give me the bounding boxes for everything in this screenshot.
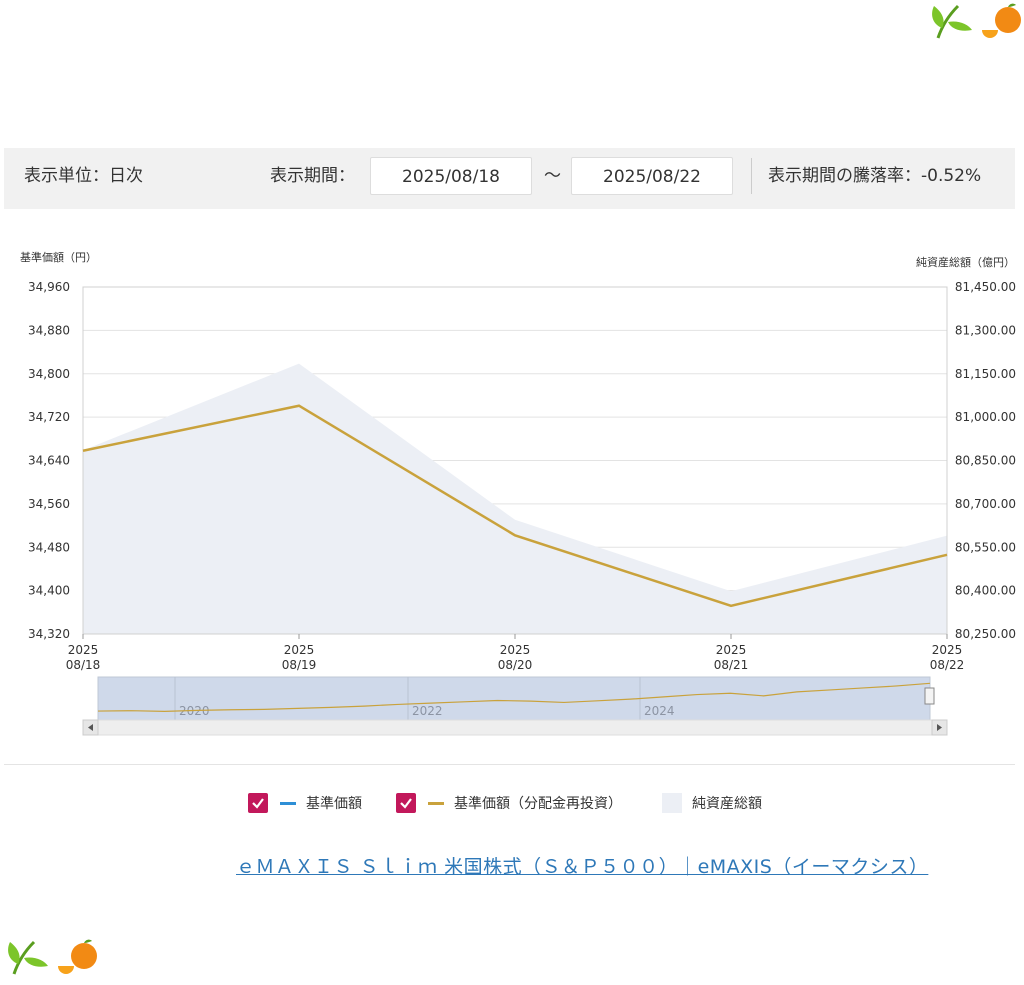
display-period-label: 表示期間： bbox=[270, 166, 355, 186]
chart-svg: 基準価額（円） 純資産総額（億円） 34,960 81,450.00 34,880 81,… bbox=[20, 250, 1016, 736]
x-tick-year: 2025 bbox=[284, 643, 315, 657]
left-tick-label: 34,400 bbox=[28, 584, 70, 598]
end-date-input[interactable]: 2025/08/22 bbox=[571, 157, 733, 195]
x-tick-year: 2025 bbox=[500, 643, 531, 657]
range-tilde: ～ bbox=[544, 166, 561, 186]
sprout-orange-logo bbox=[8, 939, 97, 975]
legend-swatch-nav-reinvested bbox=[428, 801, 444, 805]
right-tick-label: 80,550.00 bbox=[955, 540, 1016, 554]
legend-label-nav: 基準価額 bbox=[306, 796, 362, 812]
x-tick-date: 08/19 bbox=[282, 658, 317, 672]
right-axis-title: 純資産総額（億円） bbox=[916, 255, 1015, 269]
start-date-input[interactable]: 2025/08/18 bbox=[370, 157, 532, 195]
left-tick-label: 34,560 bbox=[28, 497, 70, 511]
navigator-year-label: 2024 bbox=[644, 704, 675, 718]
scrollbar-track bbox=[82, 719, 948, 736]
legend-item-nav-reinvested[interactable]: 基準価額（分配金再投資） bbox=[396, 791, 622, 815]
left-tick-label: 34,720 bbox=[28, 410, 70, 424]
net-assets-area bbox=[83, 363, 947, 634]
legend-item-nav[interactable]: 基準価額 bbox=[248, 791, 362, 815]
right-tick-label: 81,300.00 bbox=[955, 323, 1016, 337]
x-tick-year: 2025 bbox=[932, 643, 963, 657]
chart-legend: 基準価額 基準価額（分配金再投資） 純資産総額 bbox=[4, 764, 1015, 837]
x-tick-year: 2025 bbox=[68, 643, 99, 657]
legend-label-nav-reinvested: 基準価額（分配金再投資） bbox=[454, 796, 622, 812]
display-controls-bar: 表示単位：日次 表示期間： 2025/08/18 ～ 2025/08/22 表示… bbox=[4, 148, 1015, 209]
checkmark-icon bbox=[400, 798, 412, 809]
legend-checkbox-nav-reinvested[interactable] bbox=[396, 793, 416, 813]
divider bbox=[751, 158, 752, 194]
left-tick-label: 34,880 bbox=[28, 323, 70, 337]
legend-swatch-nav bbox=[280, 801, 296, 805]
navigator-year-label: 2022 bbox=[412, 704, 443, 718]
period-change-rate: 表示期間の騰落率：-0.52% bbox=[768, 166, 982, 186]
right-tick-label: 80,700.00 bbox=[955, 497, 1016, 511]
x-tick-date: 08/21 bbox=[714, 658, 749, 672]
emaxis-fund-link[interactable]: ｅＭＡＸＩＳ Ｓｌｉｍ 米国株式（Ｓ＆Ｐ５００）｜eMAXIS（イーマクシス） bbox=[236, 852, 928, 879]
checkmark-icon bbox=[252, 798, 264, 809]
right-tick-label: 81,150.00 bbox=[955, 367, 1016, 381]
right-tick-label: 81,000.00 bbox=[955, 410, 1016, 424]
sprout-orange-logo bbox=[932, 3, 1021, 39]
x-tick-year: 2025 bbox=[716, 643, 747, 657]
navigator-handle bbox=[924, 687, 935, 705]
right-tick-label: 80,250.00 bbox=[955, 627, 1016, 641]
left-tick-label: 34,480 bbox=[28, 540, 70, 554]
display-unit-label: 表示単位：日次 bbox=[24, 166, 143, 186]
x-tick-date: 08/18 bbox=[66, 658, 101, 672]
left-tick-label: 34,640 bbox=[28, 454, 70, 468]
x-tick-date: 08/20 bbox=[498, 658, 533, 672]
left-tick-label: 34,320 bbox=[28, 627, 70, 641]
nav-chart: 基準価額（円） 純資産総額（億円） 34,960 81,450.00 34,880 81,… bbox=[0, 230, 1024, 750]
legend-checkbox-nav[interactable] bbox=[248, 793, 268, 813]
legend-item-net-assets[interactable]: 純資産総額 bbox=[662, 791, 762, 815]
left-tick-label: 34,800 bbox=[28, 367, 70, 381]
left-axis-title: 基準価額（円） bbox=[20, 250, 97, 264]
right-tick-label: 81,450.00 bbox=[955, 280, 1016, 294]
navigator-range bbox=[97, 676, 931, 721]
x-tick-date: 08/22 bbox=[930, 658, 965, 672]
left-tick-label: 34,960 bbox=[28, 280, 70, 294]
right-tick-label: 80,850.00 bbox=[955, 454, 1016, 468]
legend-swatch-net-assets bbox=[662, 793, 682, 813]
right-tick-label: 80,400.00 bbox=[955, 584, 1016, 598]
legend-label-net-assets: 純資産総額 bbox=[692, 796, 762, 812]
